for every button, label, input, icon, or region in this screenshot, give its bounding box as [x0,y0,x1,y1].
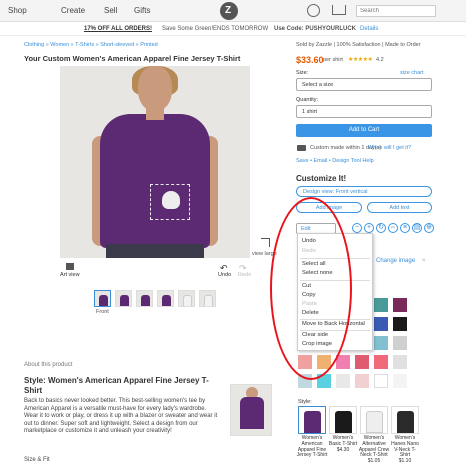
center-icon[interactable]: ⊕ [424,223,434,233]
style-option-name[interactable]: Women's American Apparel Fine Jersey T-S… [296,435,328,459]
about-description: Back to basics never looked better. This… [24,398,218,434]
color-swatch[interactable] [393,298,407,312]
promo-details[interactable]: Details [360,26,378,32]
art-view-icon[interactable] [66,263,74,270]
promo-off[interactable]: 17% OFF ALL ORDERS! [84,26,152,32]
color-swatch[interactable] [393,336,407,350]
thumb-front[interactable] [94,290,111,307]
color-swatch[interactable] [393,374,407,388]
nav-shop[interactable]: Shop [8,6,27,15]
undo-label[interactable]: Undo [218,272,231,278]
model-face [138,66,172,111]
add-text-button[interactable]: Add text [367,202,432,213]
redo-label: Redo [238,272,252,278]
nav-gifts[interactable]: Gifts [134,6,150,15]
about-product-image [230,384,272,436]
cart-icon[interactable] [332,5,346,15]
design-selection-box[interactable] [150,184,190,220]
zoom-in-icon[interactable]: + [364,223,374,233]
about-title: Style: Women's American Apparel Fine Jer… [24,376,209,395]
flip-icon[interactable]: ⇔ [388,223,398,233]
close-icon[interactable]: × [422,258,426,264]
layer-icon[interactable]: ▤ [412,223,422,233]
style-option[interactable] [329,406,357,434]
size-label: Size: [296,70,309,76]
zazzle-logo[interactable] [220,2,238,20]
product-preview[interactable] [60,66,250,258]
thumb-blank-back[interactable] [199,290,216,307]
size-select[interactable]: Select a size [296,78,432,91]
style-option-name[interactable]: Women's Basic T-Shirt $4.30 [327,435,359,453]
style-option[interactable] [298,406,326,434]
purple-tshirt [100,114,210,248]
promo-save: Save Some Green! [162,26,214,32]
add-to-cart-button[interactable]: Add to Cart [296,124,432,137]
style-option[interactable] [360,406,388,434]
color-swatch[interactable] [355,374,369,388]
expand-icon[interactable] [261,238,270,247]
promo-ends: ENDS TOMORROW [213,26,269,32]
color-swatch[interactable] [374,298,388,312]
quantity-select[interactable]: 1 shirt [296,105,432,118]
style-label: Style: [298,399,312,405]
change-image-link[interactable]: Change image [376,258,415,264]
color-swatch[interactable] [374,336,388,350]
red-annotation-ellipse [270,197,352,380]
quantity-label: Quantity: [296,97,319,103]
align-icon[interactable]: ≡ [400,223,410,233]
price: $33.60 [296,55,324,65]
search-input[interactable] [356,5,436,17]
style-option[interactable] [391,406,419,434]
customize-heading: Customize It! [296,174,347,183]
zoom-out-icon[interactable]: − [352,223,362,233]
thumb-back[interactable] [115,290,132,307]
size-chart-link[interactable]: size chart [400,70,424,76]
skull-design-icon [162,191,180,209]
user-icon[interactable] [307,4,320,17]
when-get-it-link[interactable]: When will I get it? [368,145,411,151]
promo-code: Use Code: PUSHYOURLUCK [274,26,357,32]
page-title: Your Custom Women's American Apparel Fin… [24,54,241,63]
about-heading: About this product [24,362,73,368]
rotate-icon[interactable]: ↻ [376,223,386,233]
truck-icon [297,145,306,151]
per-shirt-label: per shirt [323,57,343,63]
thumb-blank-front[interactable] [178,290,195,307]
rating-value: 4.2 [376,57,384,63]
color-swatch[interactable] [336,374,350,388]
style-option-name[interactable]: Women's Alternative Apparel Crew Neck T-… [358,435,390,465]
color-swatch[interactable] [393,355,407,369]
thumb-model-back[interactable] [157,290,174,307]
nav-sell[interactable]: Sell [104,6,117,15]
sold-by-line: Sold by Zazzle | 100% Satisfaction | Mad… [296,42,421,48]
breadcrumb[interactable]: Clothing » Women » T-Shirts » Short-slee… [24,42,158,48]
color-swatch[interactable] [374,317,388,331]
thumb-side[interactable] [136,290,153,307]
size-fit-heading[interactable]: Size & Fit [24,457,50,463]
share-row[interactable]: Save • Email • Design Tool Help [296,158,374,164]
color-swatch[interactable] [374,355,388,369]
style-option-name[interactable]: Women's Hanes Nano V-Neck T-Shirt $1.10 [389,435,421,465]
design-view-select[interactable]: Design view: Front vertical [296,186,432,197]
art-view-label[interactable]: Art view [60,272,80,278]
nav-create[interactable]: Create [61,6,85,15]
color-swatch[interactable] [393,317,407,331]
thumb-front-label: Front [96,309,109,315]
color-swatch[interactable] [355,355,369,369]
color-swatch[interactable] [374,374,388,388]
model-pants [106,244,204,258]
rating-stars-icon[interactable]: ★★★★★ [348,56,373,63]
